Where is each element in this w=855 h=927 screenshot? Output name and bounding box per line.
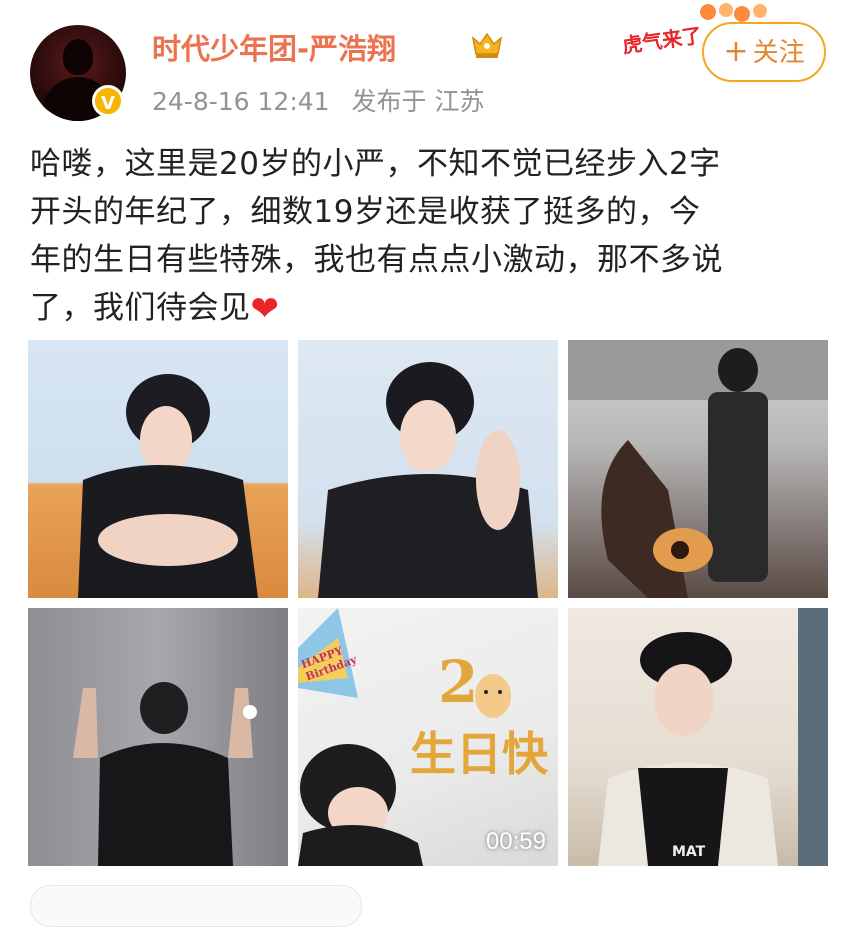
heart-icon: ❤ [250, 289, 280, 329]
photo-4[interactable] [28, 608, 288, 866]
post-line: 了，我们待会见❤ [30, 284, 830, 333]
post-line: 年的生日有些特殊，我也有点点小激动，那不多说 [30, 242, 723, 278]
photo-2[interactable] [298, 340, 558, 598]
follow-button[interactable]: + 关注 [702, 22, 826, 82]
post-meta: 24-8-16 12:41 发布于 江苏 [152, 82, 498, 118]
post-location: 发布于 江苏 [351, 87, 485, 116]
decoration-text: 虎气来了 [621, 23, 704, 58]
photo-3-figure [568, 340, 828, 598]
verified-badge-icon: V [92, 85, 124, 117]
follow-label: 关注 [752, 38, 805, 68]
plus-icon: + [723, 34, 749, 69]
card-text: 生日快 [410, 727, 548, 781]
post-text: 哈喽，这里是20岁的小严，不知不觉已经步入2字 开头的年纪了，细数19岁还是收获… [30, 140, 830, 333]
photo-4-figure [73, 682, 257, 866]
avatar-head-shape [63, 39, 93, 75]
photo-6-figure [598, 608, 828, 866]
crown-badge-icon [471, 32, 503, 58]
post-line: 哈喽，这里是20岁的小严，不知不觉已经步入2字 [30, 146, 721, 182]
photo-1[interactable] [28, 340, 288, 598]
photo-2-figure [318, 362, 538, 598]
username[interactable]: 时代少年团-严浩翔 [152, 26, 396, 68]
bottom-action-pill[interactable] [30, 885, 362, 927]
video-thumbnail[interactable]: 2 生日快 HAPPY Birthday 00:59 [298, 608, 558, 866]
post-time: 24-8-16 12:41 [152, 87, 330, 116]
media-grid: 2 生日快 HAPPY Birthday 00:59 MAT [28, 340, 828, 870]
photo-6[interactable]: MAT [568, 608, 828, 866]
post-header: V 时代少年团-严浩翔 24-8-16 12:41 发布于 江苏 虎气来了 + 关… [0, 0, 855, 130]
post-line: 开头的年纪了，细数19岁还是收获了挺多的，今 [30, 194, 701, 230]
photo-1-figure [78, 374, 258, 598]
video-duration: 00:59 [485, 828, 546, 855]
post-line-text: 了，我们待会见 [30, 290, 251, 326]
card-number: 2 [438, 648, 479, 716]
shirt-text: MAT [672, 844, 706, 860]
photo-3[interactable] [568, 340, 828, 598]
